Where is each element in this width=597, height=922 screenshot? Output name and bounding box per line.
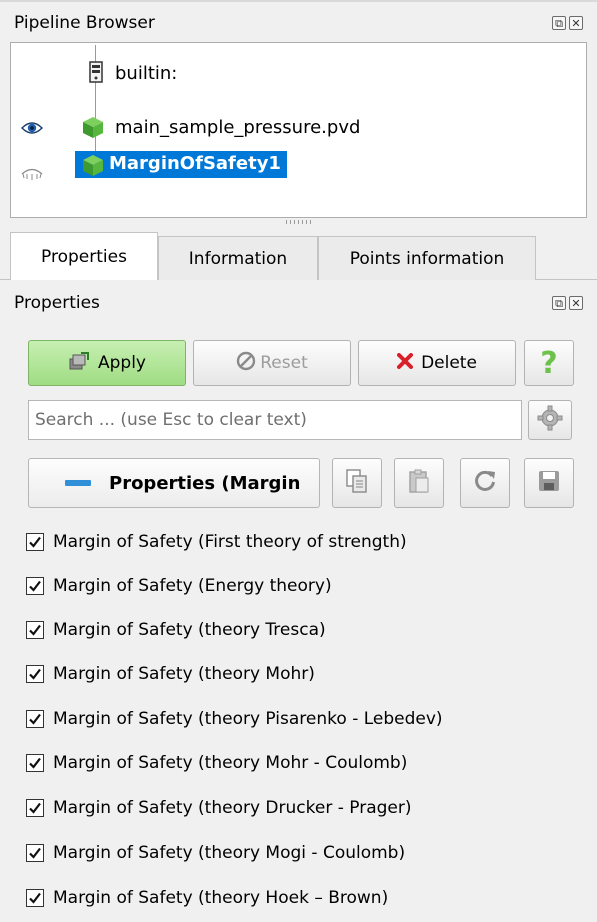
green-cube-icon — [81, 115, 105, 144]
option-label: Margin of Safety (theory Mogi - Coulomb) — [53, 843, 406, 863]
pipeline-browser-title: Pipeline Browser — [14, 13, 155, 33]
checkbox[interactable] — [26, 844, 44, 862]
option-row[interactable]: Margin of Safety (theory Pisarenko - Leb… — [26, 701, 443, 737]
paste-button[interactable] — [394, 458, 444, 508]
option-label: Margin of Safety (theory Tresca) — [53, 620, 326, 640]
checkbox[interactable] — [26, 577, 44, 595]
checkbox[interactable] — [26, 889, 44, 907]
paste-icon — [407, 468, 431, 499]
copy-button[interactable] — [332, 458, 382, 508]
float-icon[interactable]: ⧉ — [552, 296, 566, 310]
option-label: Margin of Safety (First theory of streng… — [53, 532, 407, 552]
option-label: Margin of Safety (theory Drucker - Prage… — [53, 798, 412, 818]
apply-icon — [68, 351, 90, 376]
checkbox[interactable] — [26, 665, 44, 683]
checkbox[interactable] — [26, 621, 44, 639]
checkbox[interactable] — [26, 754, 44, 772]
reset-label: Reset — [260, 353, 308, 373]
tree-item-main-sample-pressure[interactable]: main_sample_pressure.pvd — [115, 117, 360, 138]
tab-properties[interactable]: Properties — [10, 232, 158, 280]
green-cube-icon — [81, 153, 105, 182]
section-title: Properties (Margin — [109, 472, 301, 494]
option-label: Margin of Safety (theory Pisarenko - Leb… — [53, 709, 443, 729]
delete-button[interactable]: Delete — [358, 340, 516, 386]
properties-title: Properties — [14, 293, 100, 313]
tab-points-information[interactable]: Points information — [318, 236, 536, 280]
delete-label: Delete — [421, 353, 477, 373]
help-button[interactable]: ? — [524, 340, 574, 386]
tab-label: Points information — [349, 248, 505, 269]
server-icon — [89, 61, 103, 88]
refresh-icon — [472, 468, 498, 499]
option-label: Margin of Safety (theory Mohr - Coulomb) — [53, 753, 408, 773]
close-icon[interactable]: ✕ — [569, 296, 583, 310]
apply-label: Apply — [98, 353, 146, 373]
checkbox[interactable] — [26, 799, 44, 817]
refresh-button[interactable] — [460, 458, 510, 508]
eye-hidden-icon[interactable] — [21, 167, 43, 187]
save-icon — [537, 469, 561, 498]
collapse-icon — [65, 480, 91, 486]
eye-visible-icon[interactable] — [21, 120, 43, 140]
option-row[interactable]: Margin of Safety (theory Drucker - Prage… — [26, 790, 412, 826]
tree-item-builtin[interactable]: builtin: — [115, 63, 177, 84]
tab-information[interactable]: Information — [158, 236, 318, 280]
option-row[interactable]: Margin of Safety (theory Mohr) — [26, 656, 315, 692]
help-icon: ? — [540, 345, 558, 381]
tab-label: Information — [188, 248, 288, 269]
splitter-handle[interactable] — [286, 220, 314, 224]
delete-x-icon — [397, 352, 414, 374]
checkbox[interactable] — [26, 710, 44, 728]
float-icon[interactable]: ⧉ — [552, 16, 566, 30]
search-input[interactable]: Search ... (use Esc to clear text) — [28, 400, 522, 440]
option-row[interactable]: Margin of Safety (theory Tresca) — [26, 612, 326, 648]
option-row[interactable]: Margin of Safety (theory Mohr - Coulomb) — [26, 745, 407, 781]
copy-icon — [345, 468, 369, 499]
gear-settings-button[interactable] — [528, 400, 572, 440]
option-row[interactable]: Margin of Safety (theory Mogi - Coulomb) — [26, 835, 405, 871]
option-row[interactable]: Margin of Safety (Energy theory) — [26, 568, 332, 604]
gear-icon — [537, 405, 563, 436]
pipeline-browser-titlebar: Pipeline Browser ⧉ ✕ — [0, 2, 597, 42]
properties-section-toggle[interactable]: Properties (Margin — [28, 458, 320, 508]
option-label: Margin of Safety (theory Hoek – Brown) — [53, 888, 389, 908]
checkbox[interactable] — [26, 533, 44, 551]
close-icon[interactable]: ✕ — [569, 16, 583, 30]
tree-item-margin-of-safety[interactable]: MarginOfSafety1 — [75, 151, 287, 178]
apply-button[interactable]: Apply — [28, 340, 186, 386]
reset-button[interactable]: Reset — [193, 340, 351, 386]
option-row[interactable]: Margin of Safety (theory Hoek – Brown) — [26, 880, 388, 916]
option-label: Margin of Safety (Energy theory) — [53, 576, 332, 596]
reset-icon — [236, 351, 256, 376]
pipeline-tree[interactable]: builtin: main_sample_pressure.pvd Margin… — [10, 42, 587, 218]
save-button[interactable] — [524, 458, 574, 508]
properties-titlebar: Properties ⧉ ✕ — [0, 282, 597, 322]
option-label: Margin of Safety (theory Mohr) — [53, 664, 315, 684]
tab-label: Properties — [41, 246, 127, 267]
option-row[interactable]: Margin of Safety (First theory of streng… — [26, 524, 407, 560]
